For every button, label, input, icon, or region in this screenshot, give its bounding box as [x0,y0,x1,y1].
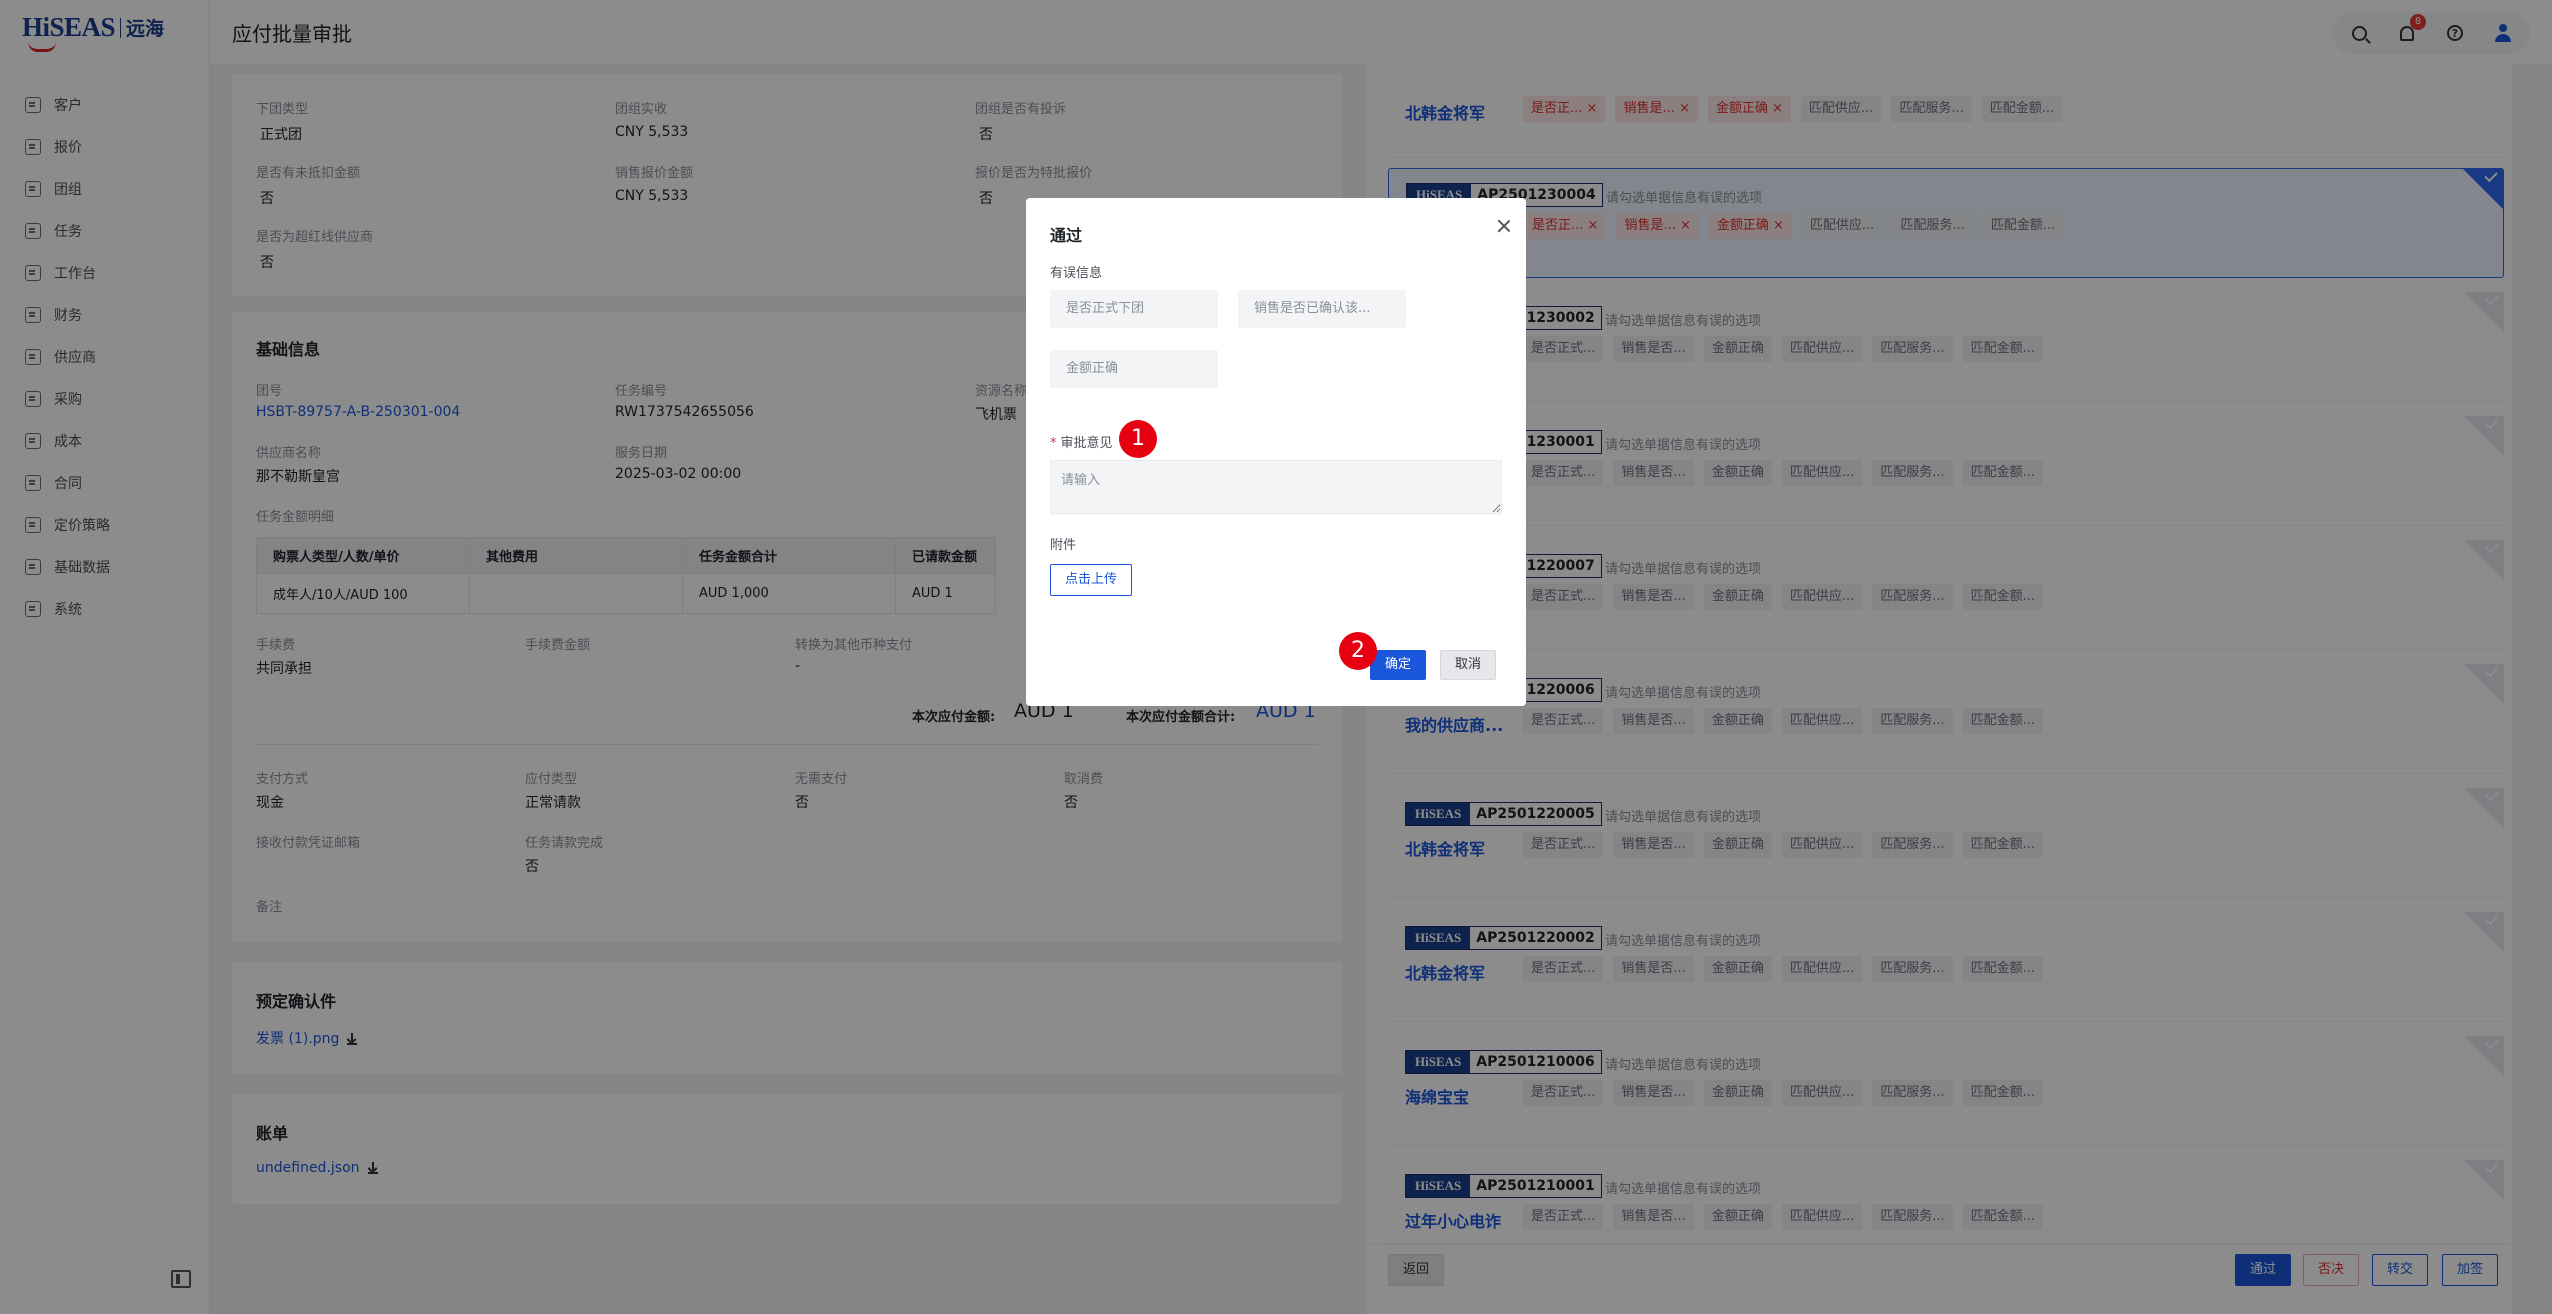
step-marker-2: 2 [1339,632,1377,670]
opinion-textarea[interactable] [1050,460,1502,514]
error-info-label: 有误信息 [1050,266,1103,281]
confirm-button[interactable]: 确定 [1370,650,1427,680]
close-icon[interactable] [1496,218,1512,234]
dialog-title: 通过 [1050,226,1083,245]
error-option-amount-correct[interactable]: 金额正确 [1050,350,1218,388]
cancel-button[interactable]: 取消 [1440,650,1497,680]
approve-dialog: 通过 有误信息 是否正式下团 销售是否已确认该... 金额正确 *审批意见 附件… [1026,198,1526,706]
error-option-sales-confirmed[interactable]: 销售是否已确认该... [1238,290,1406,328]
required-asterisk: * [1050,436,1057,451]
upload-button[interactable]: 点击上传 [1050,564,1133,596]
opinion-label-text: 审批意见 [1060,436,1113,451]
step-marker-1: 1 [1119,420,1157,458]
opinion-label: * 审批意见 [1050,432,1113,451]
error-option-formal-group[interactable]: 是否正式下团 [1050,290,1218,328]
attachment-label: 附件 [1050,538,1077,553]
